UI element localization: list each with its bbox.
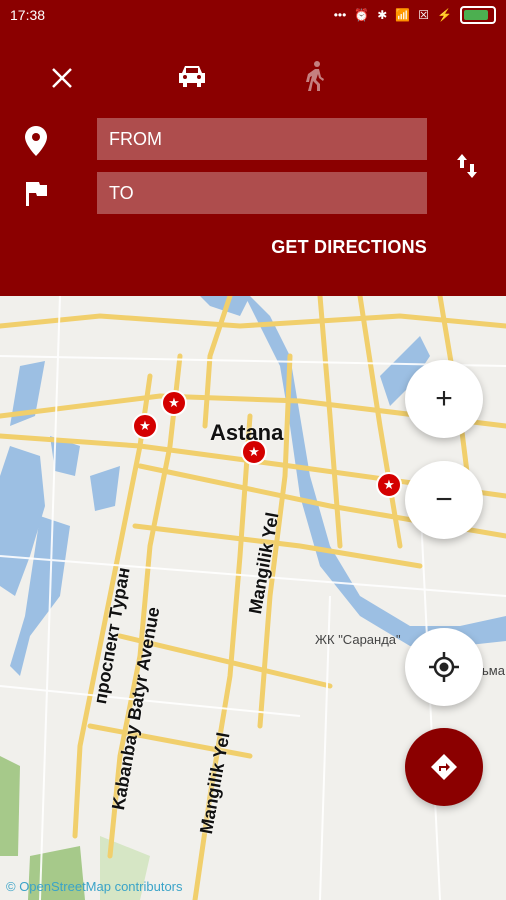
close-icon [52, 68, 72, 88]
minus-icon: − [435, 483, 453, 516]
location-pin-icon [22, 124, 50, 158]
battery-icon [460, 6, 496, 24]
flag-icon [22, 178, 50, 208]
close-button[interactable] [42, 58, 82, 98]
car-icon [179, 66, 205, 87]
get-directions-button[interactable]: GET DIRECTIONS [271, 237, 427, 258]
poi-marker[interactable]: ★ [376, 472, 402, 498]
my-location-button[interactable] [405, 628, 483, 706]
wifi-icon: 📶 [395, 8, 411, 22]
zoom-out-button[interactable]: − [405, 461, 483, 539]
status-time: 17:38 [10, 7, 46, 23]
to-input[interactable]: TO [97, 172, 427, 214]
route-panel: FROM TO GET DIRECTIONS [0, 30, 506, 296]
poi-marker[interactable]: ★ [132, 413, 158, 439]
swap-icon [457, 154, 477, 178]
more-icon: ••• [333, 8, 347, 22]
car-mode-button[interactable] [172, 56, 212, 96]
crosshair-icon [429, 652, 459, 682]
charging-icon: ⚡ [437, 8, 452, 22]
map-attribution[interactable]: © OpenStreetMap contributors [6, 879, 183, 894]
bluetooth-icon: ✱ [377, 8, 388, 22]
swap-button[interactable] [448, 146, 486, 186]
directions-icon [431, 754, 457, 780]
city-label: Astana [210, 420, 284, 445]
alarm-icon: ⏰ [354, 8, 370, 22]
zoom-in-button[interactable]: + [405, 360, 483, 438]
walk-mode-button[interactable] [296, 56, 336, 96]
plus-icon: + [435, 382, 453, 415]
status-bar: 17:38 ••• ⏰ ✱ 📶 ☒ ⚡ [0, 0, 506, 30]
directions-button[interactable] [405, 728, 483, 806]
poi-marker[interactable]: ★ [161, 390, 187, 416]
status-icons: ••• ⏰ ✱ 📶 ☒ ⚡ [334, 6, 496, 24]
walk-icon [306, 61, 324, 91]
from-input[interactable]: FROM [97, 118, 427, 160]
district-label: ЖК "Саранда" [315, 632, 401, 647]
sim-icon: ☒ [418, 8, 430, 22]
district-label-partial: ьма [482, 663, 505, 678]
